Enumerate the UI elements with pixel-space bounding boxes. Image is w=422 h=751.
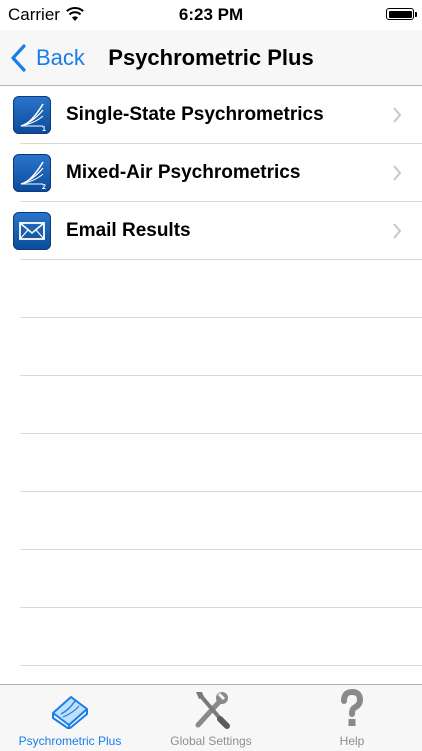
empty-row [20, 260, 422, 318]
psychrometric-book-icon [52, 696, 88, 729]
question-mark-icon [341, 689, 364, 726]
battery-icon [386, 8, 417, 20]
list-item-mixed-air[interactable]: 2 Mixed-Air Psychrometrics [13, 144, 422, 202]
list-item-label: Single-State Psychrometrics [66, 103, 324, 125]
list-item-single-state[interactable]: 1 Single-State Psychrometrics [13, 86, 422, 144]
chevron-left-icon [11, 43, 26, 72]
empty-row [20, 376, 422, 434]
empty-row [20, 434, 422, 492]
svg-text:2: 2 [42, 184, 46, 191]
navigation-bar: Back Psychrometric Plus [0, 30, 422, 86]
chevron-right-icon [393, 165, 402, 181]
list-item-label: Email Results [66, 219, 191, 241]
psychrometric-chart-2-icon: 2 [13, 154, 51, 192]
back-label: Back [36, 44, 85, 70]
empty-row [20, 550, 422, 608]
wrench-screwdriver-icon [195, 692, 230, 729]
chevron-right-icon [393, 107, 402, 123]
list-item-email-results[interactable]: Email Results [13, 202, 422, 260]
clock: 6:23 PM [178, 5, 244, 24]
tab-psychrometric-plus[interactable]: Psychrometric Plus [0, 685, 140, 751]
chevron-right-icon [393, 223, 402, 239]
tab-help[interactable]: Help [282, 685, 422, 751]
menu-list: 1 Single-State Psychrometrics 2 Mixed-Ai… [0, 86, 422, 684]
tab-label: Global Settings [170, 734, 252, 748]
tab-label: Help [339, 734, 365, 748]
empty-row [20, 492, 422, 550]
svg-text:1: 1 [42, 126, 46, 133]
back-button[interactable]: Back [10, 30, 85, 85]
status-bar: Carrier 6:23 PM [0, 0, 422, 30]
envelope-icon [13, 212, 51, 250]
tab-bar: Psychrometric Plus Global Settings Help [0, 684, 422, 751]
tab-label: Psychrometric Plus [18, 734, 122, 748]
psychrometric-chart-1-icon: 1 [13, 96, 51, 134]
list-item-label: Mixed-Air Psychrometrics [66, 161, 301, 183]
empty-row [20, 608, 422, 666]
tab-global-settings[interactable]: Global Settings [141, 685, 281, 751]
empty-row [20, 318, 422, 376]
